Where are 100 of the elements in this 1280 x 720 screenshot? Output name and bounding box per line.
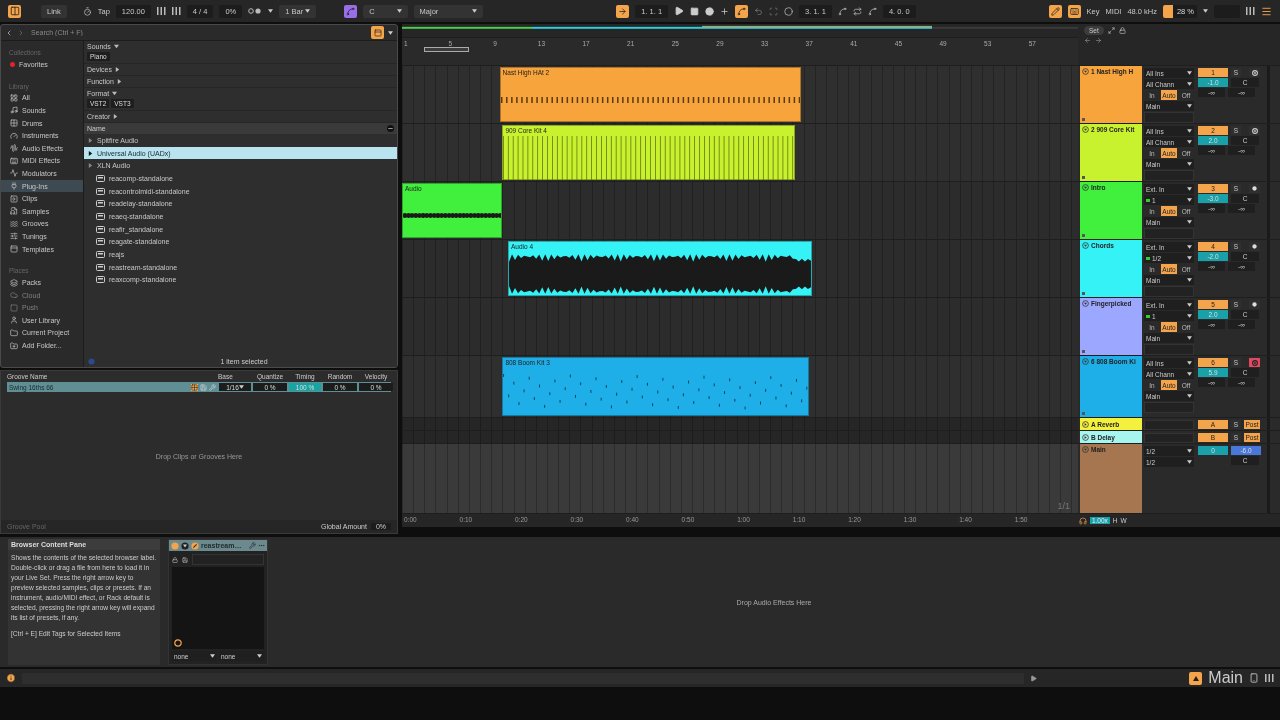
bars-icon[interactable]	[156, 7, 166, 15]
caret-icon	[472, 9, 478, 13]
keyboard-icon	[10, 156, 18, 165]
clip-stop-icon[interactable]	[1082, 412, 1085, 415]
forward-icon[interactable]	[17, 28, 25, 37]
clip-stop-icon[interactable]	[1082, 176, 1085, 179]
triangle-right-icon	[114, 67, 120, 72]
caret-icon	[1187, 449, 1192, 453]
pulse-icon	[10, 169, 18, 178]
clip-stop-icon[interactable]	[1082, 292, 1085, 295]
clip-stop-icon[interactable]	[1082, 118, 1085, 121]
caret-icon	[1187, 460, 1192, 464]
loop-brace[interactable]	[424, 47, 469, 53]
wrench-circle-icon[interactable]	[191, 541, 199, 550]
fold-circle-icon[interactable]	[1082, 184, 1089, 191]
grid-icon	[10, 93, 18, 102]
triangle-right-icon	[116, 79, 122, 84]
scale-icon[interactable]	[344, 4, 358, 18]
save-icon[interactable]	[182, 556, 188, 563]
caret-icon	[1187, 361, 1192, 365]
record-dot-icon	[1252, 186, 1257, 191]
stop-icon[interactable]	[690, 6, 700, 16]
caret-icon	[1187, 245, 1192, 249]
lock-icon[interactable]	[1118, 27, 1126, 34]
fold-circle-icon[interactable]	[1082, 420, 1089, 428]
caret-icon	[1187, 104, 1192, 108]
sliders-icon	[10, 232, 18, 241]
arm-button[interactable]	[1249, 184, 1260, 193]
minus-circle-icon[interactable]	[387, 125, 394, 132]
caret-icon	[388, 30, 393, 35]
fold-circle-icon[interactable]	[1082, 242, 1089, 249]
record-ring-icon	[1251, 69, 1258, 76]
metronome-circles-icon[interactable]	[248, 8, 263, 14]
play-icon[interactable]	[1030, 674, 1038, 682]
panel-icon	[10, 245, 18, 253]
arm-button[interactable]	[1249, 300, 1260, 309]
triangle-right-icon	[88, 163, 93, 169]
triangle-right-icon	[88, 150, 93, 156]
keyboard-icon[interactable]	[1067, 4, 1081, 18]
record-ring-icon	[1251, 359, 1258, 366]
ring-icon	[174, 639, 182, 647]
arrow-right-icon[interactable]	[1095, 37, 1102, 44]
grid-icon[interactable]	[191, 383, 198, 391]
plugin-icon	[96, 200, 105, 208]
follow-icon[interactable]	[616, 4, 630, 18]
undo-icon[interactable]	[754, 6, 764, 16]
triangle-down-icon	[112, 91, 118, 96]
fold-circle-icon[interactable]	[1082, 300, 1089, 307]
level-meter-icon	[1146, 314, 1150, 318]
caret-icon	[238, 385, 244, 389]
clip-stop-icon[interactable]	[1082, 234, 1085, 237]
filter-view-icon[interactable]	[371, 26, 384, 39]
plugin-icon	[96, 238, 105, 246]
waves-icon	[10, 219, 18, 228]
tap-tempo-icon[interactable]	[82, 6, 92, 16]
bars-icon[interactable]	[171, 7, 181, 15]
arm-button[interactable]	[1249, 68, 1260, 77]
clip-stop-icon[interactable]	[1082, 350, 1085, 353]
meter-bars-icon[interactable]	[1265, 674, 1274, 682]
headphones-icon[interactable]	[1078, 516, 1087, 525]
menu-icon[interactable]	[1261, 5, 1272, 17]
arrow-left-icon[interactable]	[1084, 37, 1091, 44]
arm-button[interactable]	[1249, 126, 1260, 135]
automation-icon[interactable]	[735, 4, 749, 18]
caret-icon	[1187, 394, 1192, 398]
back-icon[interactable]	[5, 28, 13, 37]
info-icon[interactable]	[6, 673, 16, 683]
caret-icon	[1187, 140, 1192, 144]
user-icon	[10, 316, 18, 325]
cloud-icon	[10, 291, 18, 300]
meter-bars-icon[interactable]	[1246, 7, 1255, 15]
caret-icon	[1187, 314, 1192, 318]
pencil-icon[interactable]	[1048, 4, 1062, 18]
output-label: Main	[1208, 669, 1243, 687]
plugin-icon	[96, 225, 105, 233]
fold-circle-icon[interactable]	[1082, 358, 1089, 365]
layers-icon	[10, 278, 18, 287]
phone-icon[interactable]	[1249, 673, 1259, 683]
expand-icon[interactable]	[1107, 27, 1115, 34]
triangle-down-icon	[113, 44, 119, 49]
circle-icon[interactable]	[784, 6, 794, 16]
fold-circle-icon[interactable]	[1082, 433, 1089, 441]
funnel-icon[interactable]	[181, 541, 189, 550]
caret-icon	[257, 654, 262, 658]
layout-icon[interactable]	[8, 4, 21, 18]
waveform-icon	[10, 144, 18, 153]
gauge-icon	[10, 131, 18, 140]
arm-button[interactable]	[1249, 242, 1260, 251]
fold-circle-icon[interactable]	[1082, 68, 1089, 75]
caret-icon	[396, 9, 402, 13]
loop-icon[interactable]	[852, 6, 862, 16]
plugin-icon	[96, 251, 105, 259]
play-icon[interactable]	[674, 6, 685, 16]
plugin-icon	[96, 276, 105, 284]
lock-icon[interactable]	[172, 556, 178, 563]
plus-icon[interactable]	[720, 6, 730, 16]
record-icon[interactable]	[705, 6, 715, 16]
plug-icon	[10, 182, 18, 191]
fold-circle-icon[interactable]	[1082, 126, 1089, 133]
level-meter-icon	[1146, 198, 1150, 202]
